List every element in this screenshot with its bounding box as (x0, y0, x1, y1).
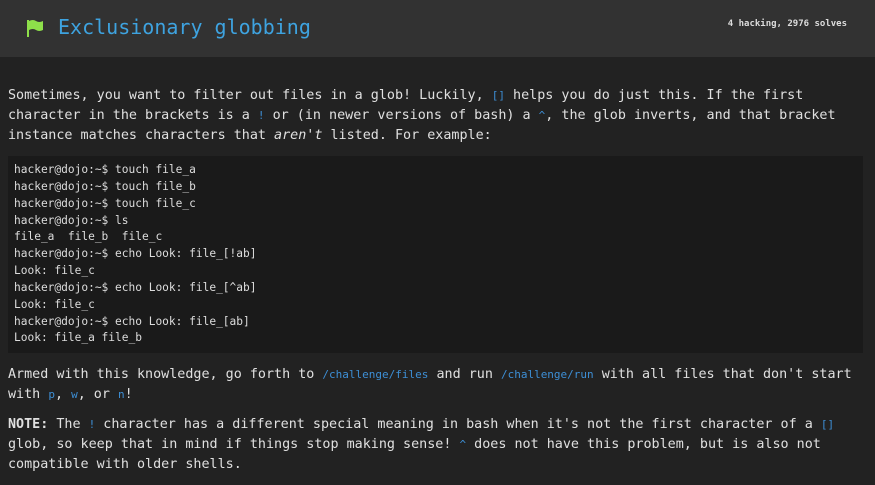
code-line: hacker@dojo:~$ echo Look: file_[!ab] (14, 247, 257, 261)
intro-paragraph: Sometimes, you want to filter out files … (8, 86, 867, 146)
inline-code: [] (820, 418, 835, 432)
emphasis: aren't (274, 128, 323, 143)
note-label: NOTE: (8, 417, 49, 433)
inline-code: /challenge/run (500, 368, 594, 382)
code-line: hacker@dojo:~$ touch file_c (14, 196, 196, 210)
challenge-header[interactable]: Exclusionary globbing 4 hacking, 2976 so… (0, 0, 875, 57)
code-line: hacker@dojo:~$ touch file_b (14, 179, 196, 193)
flag-icon (27, 20, 43, 37)
inline-code: /challenge/files (322, 368, 429, 382)
code-line: hacker@dojo:~$ echo Look: file_[^ab] (14, 280, 257, 294)
challenge-title: Exclusionary globbing (58, 15, 311, 39)
text: listed. For example: (322, 128, 492, 143)
text: ! (124, 387, 133, 403)
inline-code: [] (491, 89, 505, 102)
code-line: Look: file_c (14, 297, 95, 311)
task-paragraph: Armed with this knowledge, go forth to /… (8, 365, 867, 405)
code-block: hacker@dojo:~$ touch file_a hacker@dojo:~… (8, 156, 863, 354)
code-line: hacker@dojo:~$ ls (14, 213, 129, 227)
text: The (48, 417, 89, 433)
code-line: Look: file_a file_b (14, 331, 142, 345)
solve-stats: 4 hacking, 2976 solves (727, 19, 847, 29)
inline-code: p (48, 388, 55, 402)
code-line: Look: file_c (14, 264, 95, 278)
inline-code: n (118, 388, 125, 402)
code-line: hacker@dojo:~$ echo Look: file_[ab] (14, 314, 250, 328)
text: or (in newer versions of bash) a (264, 108, 539, 123)
note-paragraph: NOTE: The ! character has a different sp… (8, 415, 867, 475)
text: character has a different special meanin… (95, 417, 821, 433)
inline-code: ! (257, 109, 265, 122)
text: , (54, 387, 72, 403)
text: glob, so keep that in mind if things sto… (8, 437, 460, 453)
inline-code: w (71, 388, 78, 402)
challenge-description: Sometimes, you want to filter out files … (0, 57, 875, 475)
text: Sometimes, you want to filter out files … (8, 88, 492, 103)
text: Armed with this knowledge, go forth to (8, 367, 323, 383)
code-line: file_a file_b file_c (14, 230, 163, 244)
code-line: hacker@dojo:~$ touch file_a (14, 163, 196, 176)
text: , or (77, 387, 118, 403)
text: and run (428, 367, 501, 383)
